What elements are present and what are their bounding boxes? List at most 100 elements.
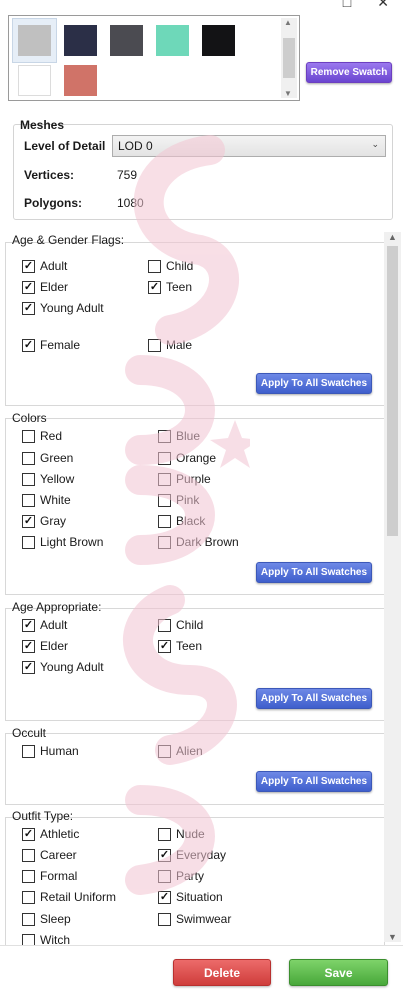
checkbox-box[interactable] [158, 618, 171, 632]
checkbox-athletic[interactable]: Athletic [22, 827, 79, 841]
swatch-1[interactable] [18, 25, 51, 56]
chevron-up-icon[interactable]: ▲ [388, 232, 397, 242]
checkbox-child[interactable]: Child [148, 259, 193, 273]
checkbox-purple[interactable]: Purple [158, 472, 211, 486]
swatch-4[interactable] [156, 25, 189, 56]
chevron-down-icon[interactable]: ▼ [388, 932, 397, 942]
checkbox-situation[interactable]: Situation [158, 890, 223, 904]
checkbox-box[interactable] [158, 639, 171, 653]
checkbox-yellow[interactable]: Yellow [22, 472, 74, 486]
checkbox-box[interactable] [22, 639, 35, 653]
checkbox-box[interactable] [22, 618, 35, 632]
main-scroll-thumb[interactable] [387, 246, 398, 536]
checkbox-dark-brown[interactable]: Dark Brown [158, 535, 239, 549]
checkbox-box[interactable] [22, 493, 35, 507]
checkbox-light-brown[interactable]: Light Brown [22, 535, 103, 549]
checkbox-black[interactable]: Black [158, 514, 205, 528]
lod-select[interactable]: LOD 0 ⌄ [112, 135, 386, 157]
checkbox-nude[interactable]: Nude [158, 827, 205, 841]
chevron-up-icon[interactable]: ▲ [284, 18, 292, 27]
checkbox-swimwear[interactable]: Swimwear [158, 912, 231, 926]
checkbox-box[interactable] [22, 514, 35, 528]
checkbox-teen[interactable]: Teen [148, 280, 192, 294]
checkbox-box[interactable] [148, 338, 161, 352]
checkbox-box[interactable] [158, 514, 171, 528]
checkbox-box[interactable] [148, 280, 161, 294]
swatch-scrollbar[interactable]: ▲ ▼ [281, 18, 297, 98]
checkbox-box[interactable] [148, 259, 161, 273]
save-button[interactable]: Save [289, 959, 388, 986]
checkbox-adult[interactable]: Adult [22, 259, 67, 273]
swatch-3[interactable] [110, 25, 143, 56]
checkbox-box[interactable] [22, 827, 35, 841]
checkbox-aa-elder[interactable]: Elder [22, 639, 68, 653]
checkbox-human[interactable]: Human [22, 744, 79, 758]
apply-all-swatches-button-age[interactable]: Apply To All Swatches [256, 688, 372, 709]
checkbox-blue[interactable]: Blue [158, 429, 200, 443]
checkbox-pink[interactable]: Pink [158, 493, 199, 507]
swatch-2[interactable] [64, 25, 97, 56]
checkbox-label: Elder [40, 280, 69, 294]
checkbox-box[interactable] [22, 660, 35, 674]
apply-all-swatches-button-occult[interactable]: Apply To All Swatches [256, 771, 372, 792]
checkbox-box[interactable] [22, 472, 35, 486]
checkbox-box[interactable] [158, 493, 171, 507]
checkbox-box[interactable] [22, 848, 35, 862]
checkbox-young-adult[interactable]: Young Adult [22, 301, 104, 315]
swatch-scroll-thumb[interactable] [283, 38, 295, 78]
checkbox-box[interactable] [158, 744, 171, 758]
checkbox-male[interactable]: Male [148, 338, 192, 352]
checkbox-retail-uniform[interactable]: Retail Uniform [22, 890, 116, 904]
checkbox-box[interactable] [22, 744, 35, 758]
checkbox-box[interactable] [22, 890, 35, 904]
checkbox-formal[interactable]: Formal [22, 869, 77, 883]
checkbox-box[interactable] [22, 869, 35, 883]
checkbox-everyday[interactable]: Everyday [158, 848, 226, 862]
checkbox-aa-teen[interactable]: Teen [158, 639, 202, 653]
delete-button[interactable]: Delete [173, 959, 271, 986]
checkbox-red[interactable]: Red [22, 429, 62, 443]
checkbox-box[interactable] [22, 429, 35, 443]
checkbox-box[interactable] [22, 338, 35, 352]
apply-all-swatches-button-colors[interactable]: Apply To All Swatches [256, 562, 372, 583]
main-scrollbar[interactable]: ▲ ▼ [384, 232, 401, 942]
checkbox-aa-adult[interactable]: Adult [22, 618, 67, 632]
checkbox-white[interactable]: White [22, 493, 71, 507]
checkbox-box[interactable] [22, 280, 35, 294]
checkbox-alien[interactable]: Alien [158, 744, 203, 758]
checkbox-box[interactable] [22, 301, 35, 315]
checkbox-box[interactable] [158, 472, 171, 486]
checkbox-box[interactable] [158, 451, 171, 465]
checkbox-aa-young-adult[interactable]: Young Adult [22, 660, 104, 674]
checkbox-box[interactable] [158, 429, 171, 443]
checkbox-career[interactable]: Career [22, 848, 77, 862]
checkbox-aa-child[interactable]: Child [158, 618, 203, 632]
checkbox-box[interactable] [158, 912, 171, 926]
polygons-label: Polygons: [24, 196, 83, 210]
checkbox-female[interactable]: Female [22, 338, 80, 352]
restore-icon[interactable]: □ [343, 0, 351, 11]
checkbox-box[interactable] [22, 912, 35, 926]
checkbox-green[interactable]: Green [22, 451, 73, 465]
checkbox-elder[interactable]: Elder [22, 280, 68, 294]
checkbox-box[interactable] [158, 890, 171, 904]
checkbox-box[interactable] [158, 869, 171, 883]
checkbox-label: Pink [176, 493, 200, 507]
close-icon[interactable]: ✕ [377, 0, 389, 11]
checkbox-orange[interactable]: Orange [158, 451, 216, 465]
swatch-5[interactable] [202, 25, 235, 56]
checkbox-party[interactable]: Party [158, 869, 204, 883]
checkbox-box[interactable] [158, 827, 171, 841]
swatch-6[interactable] [18, 65, 51, 96]
chevron-down-icon[interactable]: ▼ [284, 89, 292, 98]
checkbox-gray[interactable]: Gray [22, 514, 66, 528]
apply-all-swatches-button-flags[interactable]: Apply To All Swatches [256, 373, 372, 394]
checkbox-sleep[interactable]: Sleep [22, 912, 71, 926]
checkbox-box[interactable] [158, 848, 171, 862]
checkbox-box[interactable] [158, 535, 171, 549]
remove-swatch-button[interactable]: Remove Swatch [306, 62, 392, 83]
checkbox-box[interactable] [22, 535, 35, 549]
checkbox-box[interactable] [22, 451, 35, 465]
swatch-7[interactable] [64, 65, 97, 96]
checkbox-box[interactable] [22, 259, 35, 273]
